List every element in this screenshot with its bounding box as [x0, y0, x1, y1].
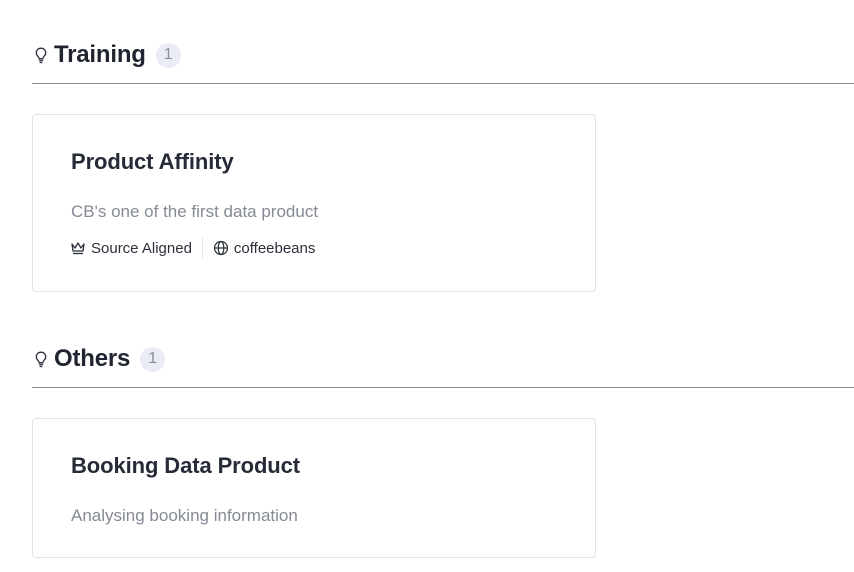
product-type: Source Aligned — [70, 240, 192, 257]
data-product-card[interactable]: Booking Data Product Analysing booking i… — [32, 418, 596, 558]
data-products-page: Training 1 Product Affinity CB's one of … — [0, 0, 854, 572]
section-header: Others 1 — [32, 344, 854, 374]
lightbulb-icon — [34, 46, 48, 64]
section-divider — [32, 83, 854, 84]
count-badge: 1 — [155, 42, 181, 68]
product-domain-label: coffeebeans — [233, 239, 316, 257]
count-badge: 1 — [140, 346, 166, 372]
meta-divider — [201, 238, 203, 258]
card-description: CB's one of the first data product — [71, 202, 319, 221]
section-title: Others — [54, 345, 131, 372]
card-title[interactable]: Product Affinity — [71, 149, 234, 175]
section-others: Others 1 Booking Data Product Analysing … — [32, 344, 854, 558]
card-description: Analysing booking information — [71, 506, 298, 525]
product-type-label: Source Aligned — [91, 239, 192, 257]
crown-icon — [70, 241, 86, 255]
product-domain: coffeebeans — [213, 240, 315, 257]
data-product-card[interactable]: Product Affinity CB's one of the first d… — [32, 114, 596, 292]
globe-icon — [213, 240, 229, 256]
card-meta: Source Aligned coffeebeans — [70, 238, 315, 258]
lightbulb-icon — [34, 350, 48, 368]
section-header: Training 1 — [32, 40, 854, 70]
section-training: Training 1 Product Affinity CB's one of … — [32, 40, 854, 292]
card-title[interactable]: Booking Data Product — [71, 453, 300, 479]
section-title: Training — [54, 41, 146, 68]
section-divider — [32, 387, 854, 388]
